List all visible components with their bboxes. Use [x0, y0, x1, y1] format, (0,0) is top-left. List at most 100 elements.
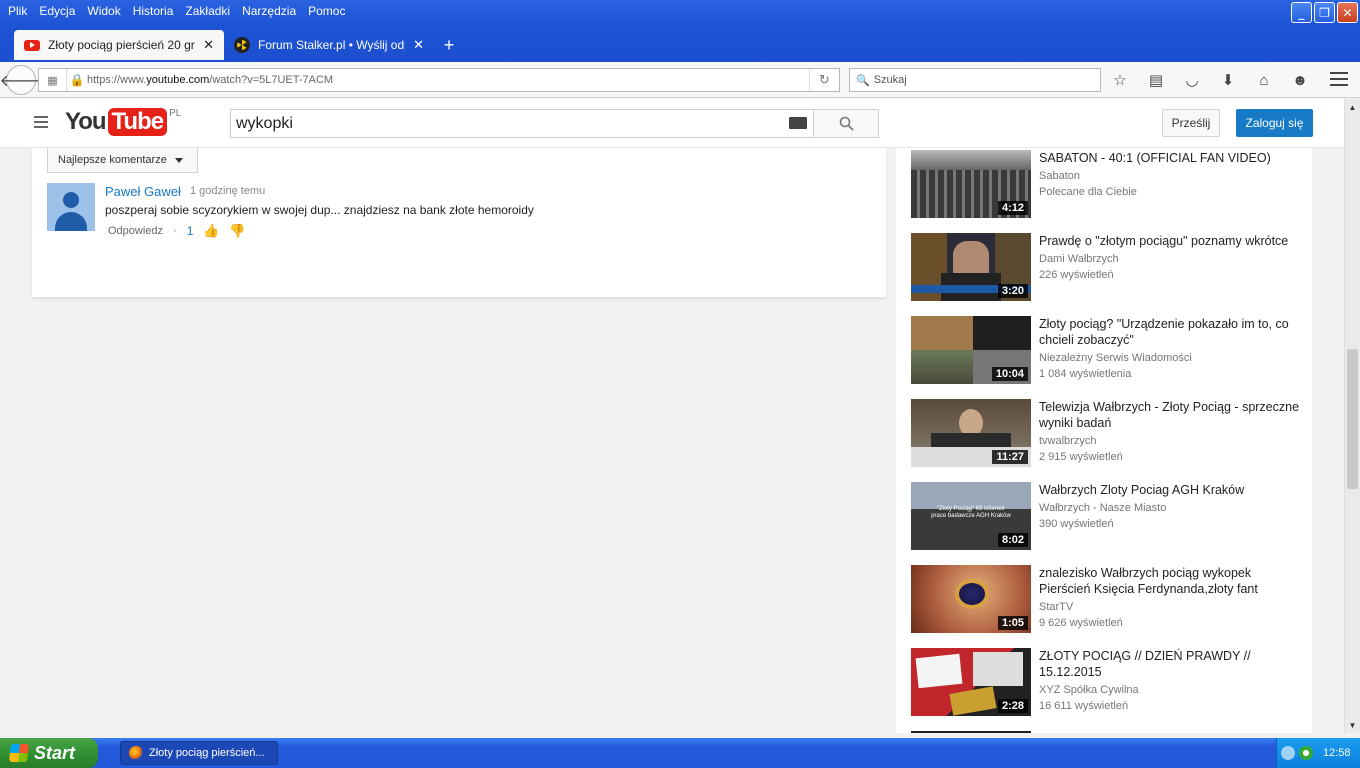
menubar: Plik Edycja Widok Historia Zakładki Narz…: [0, 0, 351, 22]
comments-sort-dropdown[interactable]: Najlepsze komentarze: [47, 148, 198, 173]
menu-history[interactable]: Historia: [127, 4, 180, 18]
related-video-item[interactable]: "Złoty Pociąg" 65 kilometr prace badawcz…: [911, 482, 1306, 550]
video-channel[interactable]: tvwalbrzych: [1039, 435, 1096, 447]
tab-forum-stalker[interactable]: Forum Stalker.pl • Wyślij odp... ✕: [224, 30, 434, 60]
taskbar-firefox-window[interactable]: Złoty pociąg pierścień...: [120, 741, 278, 765]
bookmark-star-icon[interactable]: ☆: [1108, 68, 1132, 92]
thumbs-down-icon[interactable]: 👎: [229, 223, 245, 238]
menu-file[interactable]: Plik: [2, 4, 33, 18]
video-channel[interactable]: Dami Wałbrzych: [1039, 253, 1119, 265]
video-channel[interactable]: StarTV: [1039, 601, 1073, 613]
avatar[interactable]: [47, 183, 95, 231]
comment-time[interactable]: 1 godzinę temu: [190, 185, 265, 197]
video-thumbnail[interactable]: 2:28: [911, 648, 1031, 716]
video-channel[interactable]: Wałbrzych - Nasze Miasto: [1039, 502, 1166, 514]
related-videos-sidebar: 4:12 SABATON - 40:1 (OFFICIAL FAN VIDEO)…: [896, 148, 1312, 733]
start-button[interactable]: Start: [0, 738, 98, 768]
page-info-icon[interactable]: ▦: [39, 69, 67, 91]
scroll-up-icon[interactable]: ▲: [1345, 99, 1360, 115]
related-video-item[interactable]: 11:27 Telewizja Wałbrzych - Złoty Pociąg…: [911, 399, 1306, 467]
url-bar[interactable]: ▦ 🔒 https://www.youtube.com/watch?v=5L7U…: [38, 68, 840, 92]
video-title[interactable]: Prawdę o "złotym pociągu" poznamy wkrótc…: [1039, 233, 1301, 249]
navigation-toolbar: 🡐 ▦ 🔒 https://www.youtube.com/watch?v=5L…: [0, 62, 1360, 98]
tray-network-icon[interactable]: [1299, 746, 1313, 760]
video-thumbnail[interactable]: 10:04: [911, 316, 1031, 384]
new-tab-button[interactable]: +: [434, 30, 464, 60]
related-video-item[interactable]: 2:28 ZŁOTY POCIĄG // DZIEŃ PRAWDY // 15.…: [911, 648, 1306, 716]
video-meta: 16 611 wyświetleń: [1039, 700, 1129, 712]
tray-expand-icon[interactable]: [1281, 746, 1295, 760]
pocket-icon[interactable]: ◡: [1180, 68, 1204, 92]
chat-icon[interactable]: ☻: [1288, 68, 1312, 92]
reload-icon[interactable]: ↻: [809, 69, 839, 91]
tab-close-icon[interactable]: ✕: [413, 37, 424, 53]
video-channel[interactable]: Niezależny Serwis Wiadomości: [1039, 352, 1192, 364]
page-scrollbar[interactable]: ▲ ▼: [1344, 99, 1360, 733]
video-title[interactable]: ZŁOTY POCIĄG // DZIEŃ PRAWDY // 15.12.20…: [1039, 648, 1301, 680]
windows-taskbar: Start Złoty pociąg pierścień... 12:58: [0, 738, 1360, 768]
url-text[interactable]: https://www.youtube.com/watch?v=5L7UET-7…: [87, 74, 809, 86]
video-duration: 8:02: [997, 533, 1028, 547]
video-meta: 9 626 wyświetleń: [1039, 617, 1123, 629]
related-video-item[interactable]: 1:05 znalezisko Wałbrzych pociąg wykopek…: [911, 565, 1306, 633]
video-meta: 226 wyświetleń: [1039, 269, 1114, 281]
video-title[interactable]: znalezisko Wałbrzych pociąg wykopek Pier…: [1039, 565, 1301, 597]
related-video-item[interactable]: 10:04 Złoty pociąg? "Urządzenie pokazało…: [911, 316, 1306, 384]
minimize-button[interactable]: _: [1291, 2, 1312, 23]
video-thumbnail[interactable]: 1:05: [911, 565, 1031, 633]
next-video-thumbnail-edge: [911, 731, 1031, 733]
video-title[interactable]: Wałbrzych Zloty Pociag AGH Kraków: [1039, 482, 1301, 498]
video-title[interactable]: Złoty pociąg? "Urządzenie pokazało im to…: [1039, 316, 1301, 348]
video-duration: 1:05: [997, 616, 1028, 630]
download-icon[interactable]: ⬇: [1216, 68, 1240, 92]
comment-text: poszperaj sobie scyzorykiem w swojej dup…: [105, 203, 534, 217]
reply-button[interactable]: Odpowiedz: [108, 225, 163, 237]
guide-menu-icon[interactable]: [34, 116, 48, 128]
video-thumbnail[interactable]: 4:12: [911, 150, 1031, 218]
youtube-logo[interactable]: You Tube PL: [65, 108, 181, 136]
keyboard-icon[interactable]: [789, 117, 807, 129]
video-duration: 4:12: [997, 201, 1028, 215]
scroll-down-icon[interactable]: ▼: [1345, 717, 1360, 733]
video-meta: 1 084 wyświetlenia: [1039, 368, 1132, 380]
chevron-down-icon: [174, 157, 183, 163]
menu-tools[interactable]: Narzędzia: [236, 4, 302, 18]
lock-icon[interactable]: 🔒: [67, 73, 87, 87]
video-channel[interactable]: XYZ Spółka Cywilna: [1039, 684, 1139, 696]
scrollbar-thumb[interactable]: [1347, 349, 1358, 489]
window-controls: _ ❐ ✕: [1291, 2, 1358, 23]
related-video-item[interactable]: 4:12 SABATON - 40:1 (OFFICIAL FAN VIDEO)…: [911, 150, 1306, 218]
youtube-header: You Tube PL wykopki Prześlij Zaloguj się: [0, 99, 1344, 148]
video-title[interactable]: Telewizja Wałbrzych - Złoty Pociąg - spr…: [1039, 399, 1301, 431]
login-button[interactable]: Zaloguj się: [1236, 109, 1313, 137]
menu-help[interactable]: Pomoc: [302, 4, 351, 18]
tab-close-icon[interactable]: ✕: [203, 37, 214, 53]
search-engine-icon[interactable]: 🔍: [856, 74, 870, 87]
thumbs-up-icon[interactable]: 👍: [203, 223, 219, 238]
comment-author[interactable]: Paweł Gaweł: [105, 184, 181, 199]
video-title[interactable]: SABATON - 40:1 (OFFICIAL FAN VIDEO): [1039, 150, 1301, 166]
toolbar-icons: ☆ ▤ ◡ ⬇ ⌂ ☻: [1108, 68, 1312, 92]
home-icon[interactable]: ⌂: [1252, 68, 1276, 92]
menu-bookmarks[interactable]: Zakładki: [179, 4, 236, 18]
youtube-search-input[interactable]: wykopki: [230, 109, 814, 138]
video-thumbnail[interactable]: 11:27: [911, 399, 1031, 467]
upload-button[interactable]: Prześlij: [1162, 109, 1220, 137]
tab-youtube[interactable]: Złoty pociąg pierścień 20 gra... ✕: [14, 30, 224, 60]
browser-menu-icon[interactable]: [1330, 70, 1348, 88]
close-window-button[interactable]: ✕: [1337, 2, 1358, 23]
youtube-search-button[interactable]: [813, 109, 879, 138]
restore-button[interactable]: ❐: [1314, 2, 1335, 23]
video-thumbnail[interactable]: 3:20: [911, 233, 1031, 301]
video-thumbnail[interactable]: "Złoty Pociąg" 65 kilometr prace badawcz…: [911, 482, 1031, 550]
browser-search-input[interactable]: 🔍 Szukaj: [849, 68, 1101, 92]
menu-view[interactable]: Widok: [81, 4, 126, 18]
back-button[interactable]: 🡐: [0, 65, 42, 95]
tab-title: Złoty pociąg pierścień 20 gra...: [48, 38, 196, 52]
reading-list-icon[interactable]: ▤: [1144, 68, 1168, 92]
comment-actions: Odpowiedz · 1 👍 👎: [108, 223, 246, 238]
video-channel[interactable]: Sabaton: [1039, 170, 1080, 182]
related-video-item[interactable]: 3:20 Prawdę o "złotym pociągu" poznamy w…: [911, 233, 1306, 301]
clock[interactable]: 12:58: [1323, 747, 1351, 759]
menu-edit[interactable]: Edycja: [33, 4, 81, 18]
